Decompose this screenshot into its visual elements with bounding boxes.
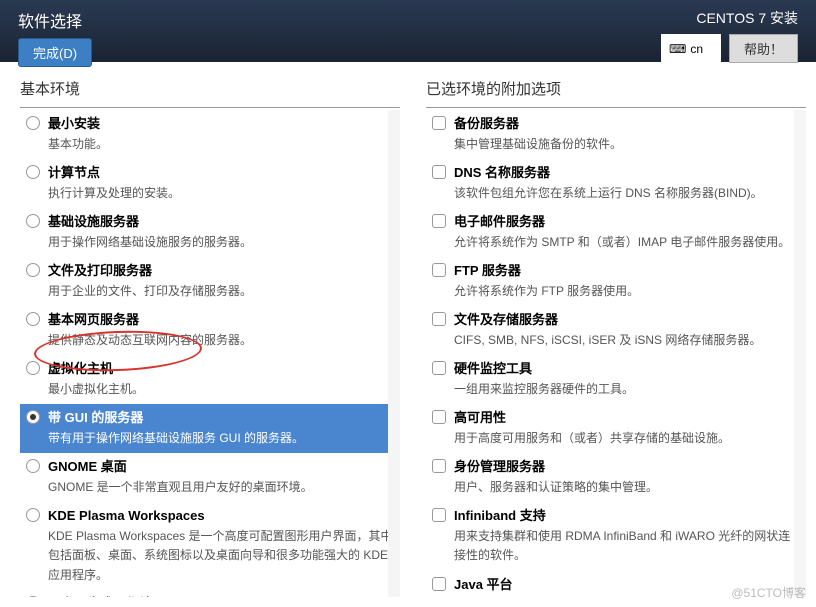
item-description: 提供静态及动态互联网内容的服务器。: [48, 333, 252, 347]
environment-item[interactable]: 虚拟化主机最小虚拟化主机。: [20, 355, 400, 404]
item-title: 备份服务器: [454, 114, 800, 134]
environment-item[interactable]: 带 GUI 的服务器带有用于操作网络基础设施服务 GUI 的服务器。: [20, 404, 400, 453]
radio-icon[interactable]: [26, 459, 40, 473]
addon-item[interactable]: 硬件监控工具一组用来监控服务器硬件的工具。: [426, 355, 806, 404]
item-title: 计算节点: [48, 163, 394, 183]
install-title: CENTOS 7 安装: [696, 8, 798, 28]
item-description: GNOME 是一个非常直观且用户友好的桌面环境。: [48, 480, 313, 494]
item-description: 带有用于操作网络基础设施服务 GUI 的服务器。: [48, 431, 304, 445]
watermark: @51CTO博客: [731, 584, 806, 601]
addons-pane: 已选环境的附加选项 备份服务器集中管理基础设施备份的软件。DNS 名称服务器该软…: [410, 62, 816, 607]
checkbox-icon[interactable]: [432, 312, 446, 326]
item-title: 开发及生成工作站: [48, 594, 394, 597]
item-title: 基础设施服务器: [48, 212, 394, 232]
item-description: 用于高度可用服务和（或者）共享存储的基础设施。: [454, 431, 730, 445]
item-title: 身份管理服务器: [454, 457, 800, 477]
item-title: DNS 名称服务器: [454, 163, 800, 183]
radio-icon[interactable]: [26, 410, 40, 424]
item-description: 最小虚拟化主机。: [48, 382, 144, 396]
environment-item[interactable]: 基本网页服务器提供静态及动态互联网内容的服务器。: [20, 306, 400, 355]
item-description: 基本功能。: [48, 137, 108, 151]
item-description: 允许将系统作为 FTP 服务器使用。: [454, 284, 639, 298]
checkbox-icon[interactable]: [432, 263, 446, 277]
keyboard-indicator[interactable]: cn: [661, 34, 721, 63]
radio-icon[interactable]: [26, 508, 40, 522]
addon-item[interactable]: 身份管理服务器用户、服务器和认证策略的集中管理。: [426, 453, 806, 502]
environment-item[interactable]: 开发及生成工作站用于软件、硬件、图形或者内容开发的工作站。: [20, 590, 400, 597]
item-title: GNOME 桌面: [48, 457, 394, 477]
item-title: 高可用性: [454, 408, 800, 428]
item-title: Infiniband 支持: [454, 506, 800, 526]
addon-item[interactable]: 高可用性用于高度可用服务和（或者）共享存储的基础设施。: [426, 404, 806, 453]
radio-icon[interactable]: [26, 596, 40, 597]
environment-item[interactable]: 最小安装基本功能。: [20, 110, 400, 159]
item-description: 一组用来监控服务器硬件的工具。: [454, 382, 634, 396]
addon-item[interactable]: Infiniband 支持用来支持集群和使用 RDMA InfiniBand 和…: [426, 502, 806, 571]
environment-item[interactable]: GNOME 桌面 GNOME 是一个非常直观且用户友好的桌面环境。: [20, 453, 400, 502]
addon-item[interactable]: DNS 名称服务器该软件包组允许您在系统上运行 DNS 名称服务器(BIND)。: [426, 159, 806, 208]
item-title: 虚拟化主机: [48, 359, 394, 379]
environments-pane: 基本环境 最小安装基本功能。计算节点执行计算及处理的安装。基础设施服务器用于操作…: [0, 62, 410, 607]
checkbox-icon[interactable]: [432, 214, 446, 228]
environment-item[interactable]: 基础设施服务器用于操作网络基础设施服务的服务器。: [20, 208, 400, 257]
checkbox-icon[interactable]: [432, 410, 446, 424]
checkbox-icon[interactable]: [432, 508, 446, 522]
item-description: 允许将系统作为 SMTP 和（或者）IMAP 电子邮件服务器使用。: [454, 235, 790, 249]
addon-item[interactable]: FTP 服务器允许将系统作为 FTP 服务器使用。: [426, 257, 806, 306]
item-description: 执行计算及处理的安装。: [48, 186, 180, 200]
content-area: 基本环境 最小安装基本功能。计算节点执行计算及处理的安装。基础设施服务器用于操作…: [0, 62, 816, 607]
radio-icon[interactable]: [26, 361, 40, 375]
header-bar: 软件选择 完成(D) CENTOS 7 安装 cn 帮助！: [0, 0, 816, 62]
scrollbar[interactable]: [388, 110, 400, 597]
radio-icon[interactable]: [26, 214, 40, 228]
item-description: KDE Plasma Workspaces 是一个高度可配置图形用户界面，其中包…: [48, 529, 393, 582]
environment-item[interactable]: 计算节点执行计算及处理的安装。: [20, 159, 400, 208]
environment-item[interactable]: 文件及打印服务器用于企业的文件、打印及存储服务器。: [20, 257, 400, 306]
item-description: 用户、服务器和认证策略的集中管理。: [454, 480, 658, 494]
item-description: 用于操作网络基础设施服务的服务器。: [48, 235, 252, 249]
radio-icon[interactable]: [26, 165, 40, 179]
item-title: 带 GUI 的服务器: [48, 408, 394, 428]
addon-item[interactable]: 电子邮件服务器允许将系统作为 SMTP 和（或者）IMAP 电子邮件服务器使用。: [426, 208, 806, 257]
divider: [426, 107, 806, 108]
checkbox-icon[interactable]: [432, 165, 446, 179]
item-description: 集中管理基础设施备份的软件。: [454, 137, 622, 151]
item-description: 该软件包组允许您在系统上运行 DNS 名称服务器(BIND)。: [454, 186, 763, 200]
item-title: 基本网页服务器: [48, 310, 394, 330]
scrollbar[interactable]: [794, 110, 806, 597]
environments-list[interactable]: 最小安装基本功能。计算节点执行计算及处理的安装。基础设施服务器用于操作网络基础设…: [20, 110, 400, 597]
item-title: 硬件监控工具: [454, 359, 800, 379]
addon-item[interactable]: 文件及存储服务器 CIFS, SMB, NFS, iSCSI, iSER 及 iS…: [426, 306, 806, 355]
item-description: 用于企业的文件、打印及存储服务器。: [48, 284, 252, 298]
addon-item[interactable]: 备份服务器集中管理基础设施备份的软件。: [426, 110, 806, 159]
checkbox-icon[interactable]: [432, 459, 446, 473]
divider: [20, 107, 400, 108]
environment-item[interactable]: KDE Plasma Workspaces KDE Plasma Workspac…: [20, 502, 400, 590]
item-title: 文件及打印服务器: [48, 261, 394, 281]
environments-title: 基本环境: [20, 78, 400, 99]
item-title: KDE Plasma Workspaces: [48, 506, 394, 526]
checkbox-icon[interactable]: [432, 577, 446, 591]
radio-icon[interactable]: [26, 116, 40, 130]
radio-icon[interactable]: [26, 312, 40, 326]
addons-title: 已选环境的附加选项: [426, 78, 806, 99]
item-description: 用来支持集群和使用 RDMA InfiniBand 和 iWARO 光纤的网状连…: [454, 529, 790, 563]
item-title: 文件及存储服务器: [454, 310, 800, 330]
page-title: 软件选择: [18, 8, 92, 32]
checkbox-icon[interactable]: [432, 116, 446, 130]
checkbox-icon[interactable]: [432, 361, 446, 375]
item-title: FTP 服务器: [454, 261, 800, 281]
help-button[interactable]: 帮助！: [729, 34, 798, 63]
item-description: CIFS, SMB, NFS, iSCSI, iSER 及 iSNS 网络存储服…: [454, 333, 761, 347]
item-title: 最小安装: [48, 114, 394, 134]
radio-icon[interactable]: [26, 263, 40, 277]
addons-list[interactable]: 备份服务器集中管理基础设施备份的软件。DNS 名称服务器该软件包组允许您在系统上…: [426, 110, 806, 597]
item-title: 电子邮件服务器: [454, 212, 800, 232]
